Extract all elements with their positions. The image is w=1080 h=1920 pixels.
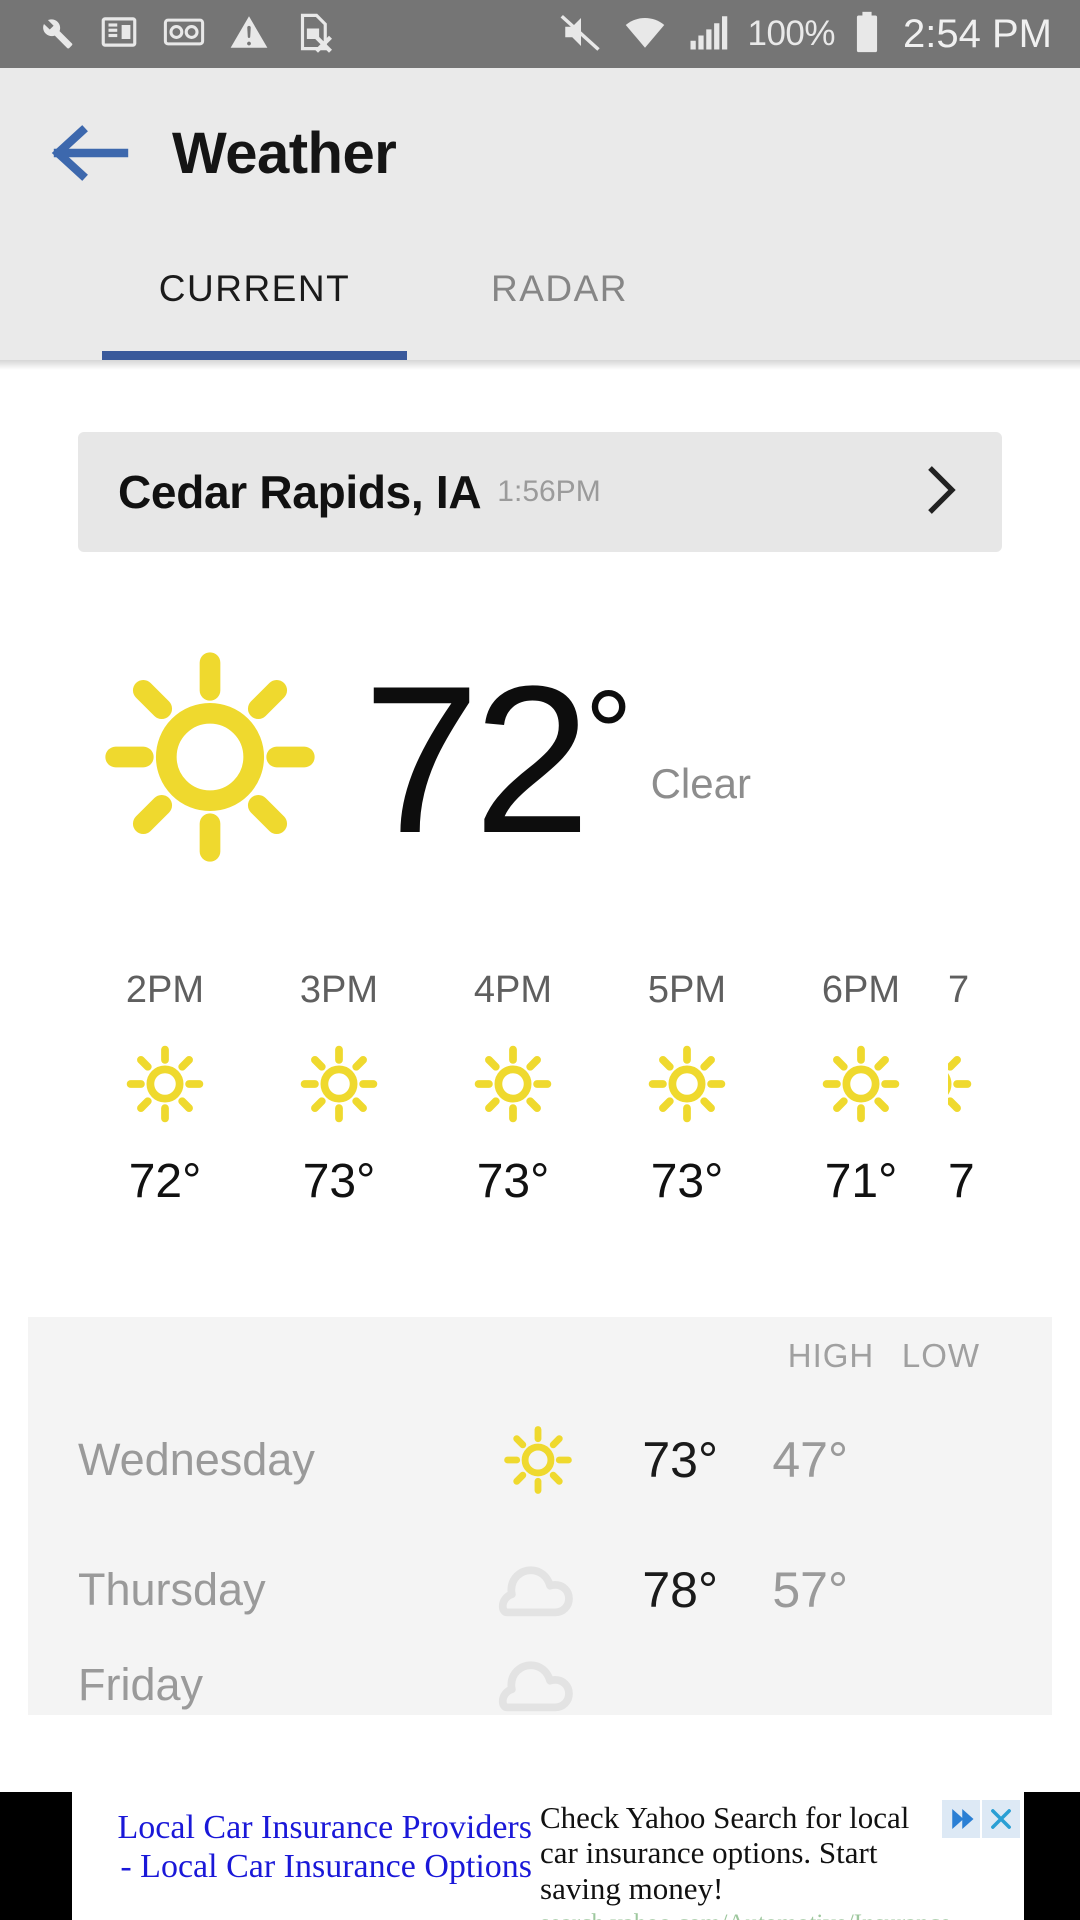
hourly-time: 2PM bbox=[125, 969, 205, 1011]
sun-icon bbox=[600, 1034, 774, 1134]
sim-card-error-icon bbox=[292, 11, 334, 58]
daily-day-name: Wednesday bbox=[78, 1434, 315, 1485]
hourly-item: 7 7 bbox=[948, 969, 1080, 1209]
ad-link-column[interactable]: Local Car Insurance Providers - Local Ca… bbox=[72, 1792, 532, 1920]
status-bar-left-icons bbox=[14, 11, 334, 58]
current-temperature: 72 bbox=[363, 641, 591, 877]
sun-icon bbox=[478, 1422, 598, 1498]
daily-low-header: LOW bbox=[901, 1337, 981, 1374]
daily-day-name: Friday bbox=[78, 1659, 204, 1710]
chevron-right-icon bbox=[918, 460, 962, 525]
daily-forecast-header: HIGH LOW bbox=[28, 1317, 1052, 1395]
hourly-forecast[interactable]: 2PM 72° 3PM 73° 4PM 73° 5PM 73° 6PM 71° … bbox=[0, 969, 1080, 1209]
status-bar: 100% 2:54 PM bbox=[0, 0, 1080, 68]
sun-icon bbox=[774, 1034, 948, 1134]
ad-content[interactable]: Local Car Insurance Providers - Local Ca… bbox=[72, 1792, 1024, 1920]
hourly-time: 5PM bbox=[647, 969, 727, 1011]
adchoices-icon[interactable] bbox=[942, 1800, 980, 1838]
sun-icon bbox=[78, 1034, 252, 1134]
ad-headline-line-2[interactable]: - Local Car Insurance Options bbox=[77, 1847, 532, 1886]
sun-icon bbox=[426, 1034, 600, 1134]
page-title: Weather bbox=[172, 120, 397, 186]
ad-controls[interactable] bbox=[942, 1800, 1020, 1838]
tab-current[interactable]: CURRENT bbox=[102, 238, 407, 310]
daily-row[interactable]: Friday bbox=[28, 1655, 1052, 1715]
current-condition-label: Clear bbox=[650, 760, 751, 808]
hourly-temperature: 72° bbox=[128, 1155, 202, 1208]
close-icon[interactable] bbox=[982, 1800, 1020, 1838]
hourly-item: 6PM 71° bbox=[774, 969, 948, 1209]
daily-row[interactable]: Wednesday 73° 47° bbox=[28, 1395, 1052, 1525]
back-arrow-icon[interactable] bbox=[50, 123, 130, 183]
daily-low-temp: 57° bbox=[772, 1562, 848, 1618]
hourly-time: 6PM bbox=[821, 969, 901, 1011]
battery-full-icon bbox=[853, 10, 881, 59]
cloud-icon bbox=[478, 1557, 598, 1623]
hourly-temperature: 7 bbox=[948, 1155, 975, 1208]
ad-display-url[interactable]: search.yahoo.com/Automotive/Insurance bbox=[540, 1910, 1024, 1920]
daily-row[interactable]: Thursday 78° 57° bbox=[28, 1525, 1052, 1655]
status-bar-clock: 2:54 PM bbox=[903, 11, 1052, 56]
warning-icon bbox=[228, 11, 270, 58]
daily-low-temp: 47° bbox=[772, 1432, 848, 1488]
hourly-temperature: 73° bbox=[302, 1155, 376, 1208]
hourly-temperature: 73° bbox=[476, 1155, 550, 1208]
daily-forecast: HIGH LOW Wednesday 73° 47° Thursday 78° … bbox=[28, 1317, 1052, 1715]
hourly-item: 2PM 72° bbox=[78, 969, 252, 1209]
hourly-item: 5PM 73° bbox=[600, 969, 774, 1209]
degree-symbol: ° bbox=[584, 665, 633, 800]
voicemail-icon bbox=[162, 11, 206, 58]
wifi-icon bbox=[622, 11, 668, 58]
hourly-temperature: 71° bbox=[824, 1155, 898, 1208]
daily-high-temp: 73° bbox=[642, 1432, 718, 1488]
hourly-item: 3PM 73° bbox=[252, 969, 426, 1209]
location-local-time: 1:56PM bbox=[497, 475, 601, 508]
current-temperature-block: 72 ° Clear bbox=[363, 641, 751, 877]
current-conditions: 72 ° Clear bbox=[0, 642, 1080, 877]
sun-icon bbox=[95, 642, 325, 877]
hourly-time: 3PM bbox=[299, 969, 379, 1011]
sun-icon bbox=[252, 1034, 426, 1134]
hourly-time: 7 bbox=[948, 969, 970, 1011]
ad-banner[interactable]: Local Car Insurance Providers - Local Ca… bbox=[0, 1792, 1080, 1920]
sun-icon bbox=[948, 1034, 1080, 1134]
tab-radar[interactable]: RADAR bbox=[407, 238, 712, 310]
ad-headline-line-1[interactable]: Local Car Insurance Providers bbox=[77, 1808, 532, 1847]
tab-bar-shadow bbox=[0, 360, 1080, 370]
location-card[interactable]: Cedar Rapids, IA 1:56PM bbox=[78, 432, 1002, 552]
weather-content: Cedar Rapids, IA 1:56PM 72 ° Clear 2PM 7… bbox=[0, 432, 1080, 1715]
volume-mute-icon bbox=[558, 11, 604, 58]
status-bar-right-icons: 100% 2:54 PM bbox=[558, 10, 1067, 59]
daily-high-header: HIGH bbox=[787, 1337, 875, 1374]
location-name: Cedar Rapids, IA bbox=[118, 466, 482, 518]
tab-bar: CURRENT RADAR bbox=[0, 238, 1080, 360]
battery-percent-label: 100% bbox=[747, 14, 836, 53]
daily-day-name: Thursday bbox=[78, 1564, 266, 1615]
wrench-icon bbox=[34, 11, 76, 58]
daily-high-temp: 78° bbox=[642, 1562, 718, 1618]
cloud-icon bbox=[478, 1655, 598, 1715]
ad-body-column: Check Yahoo Search for local car insuran… bbox=[532, 1792, 1024, 1920]
app-bar: Weather bbox=[0, 68, 1080, 238]
hourly-item: 4PM 73° bbox=[426, 969, 600, 1209]
tab-active-indicator bbox=[102, 351, 407, 360]
news-icon bbox=[98, 11, 140, 58]
hourly-time: 4PM bbox=[473, 969, 553, 1011]
hourly-temperature: 73° bbox=[650, 1155, 724, 1208]
cellular-signal-icon bbox=[686, 11, 730, 58]
